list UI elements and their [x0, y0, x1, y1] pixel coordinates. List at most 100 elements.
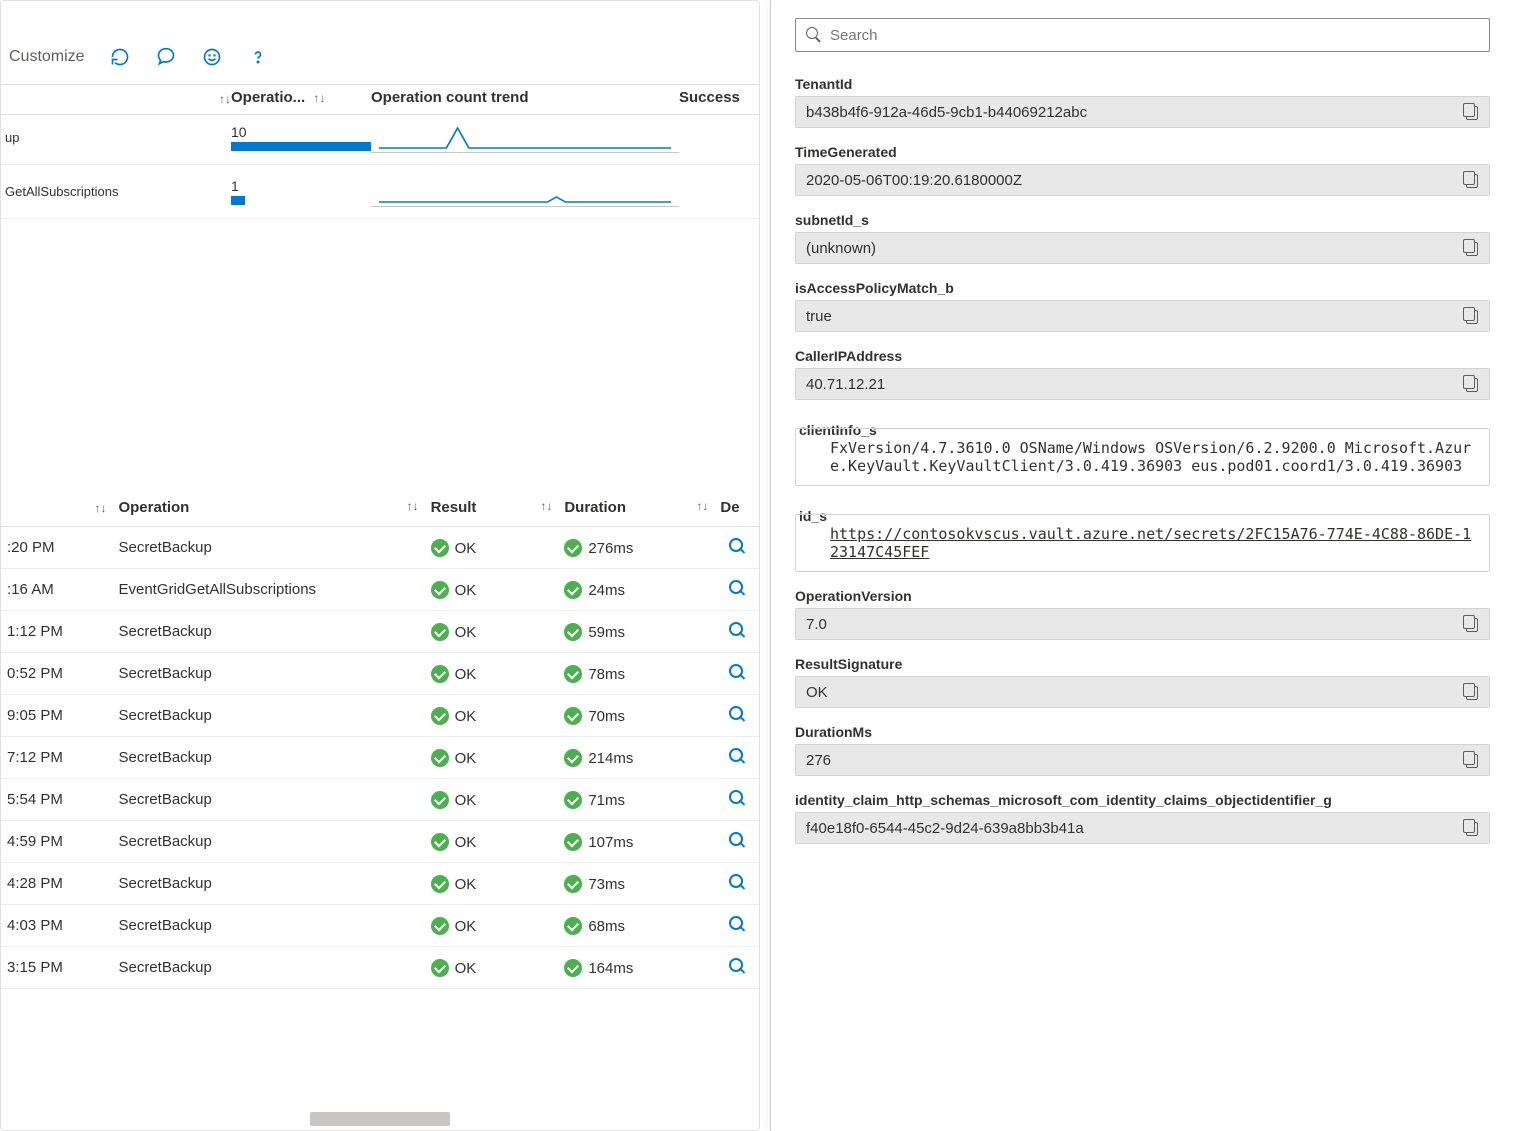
check-icon [431, 623, 449, 641]
col-result-header[interactable]: Result↑↓ [425, 489, 559, 527]
copy-icon[interactable] [1463, 752, 1479, 768]
cell-details[interactable] [714, 653, 759, 695]
cell-operation: EventGridGetAllSubscriptions [112, 569, 424, 611]
check-icon [431, 959, 449, 977]
table-row[interactable]: 4:28 PMSecretBackupOK73ms [1, 863, 759, 905]
field-value[interactable]: OK [795, 676, 1490, 708]
detail-field: clientInfo_sFxVersion/4.7.3610.0 OSName/… [795, 416, 1490, 486]
copy-icon[interactable] [1463, 684, 1479, 700]
table-row[interactable]: 3:15 PMSecretBackupOK164ms [1, 947, 759, 989]
table-row[interactable]: 4:59 PMSecretBackupOK107ms [1, 821, 759, 863]
feedback-icon[interactable] [155, 46, 177, 68]
copy-icon[interactable] [1463, 308, 1479, 324]
copy-icon[interactable] [1463, 172, 1479, 188]
toolbar: Customize [1, 29, 759, 85]
cell-details[interactable] [714, 779, 759, 821]
sort-icon: ↑↓ [313, 91, 325, 105]
cell-duration: 73ms [558, 863, 714, 905]
cell-duration: 276ms [558, 527, 714, 569]
horizontal-scrollbar[interactable] [310, 1112, 450, 1126]
field-value[interactable]: b438b4f6-912a-46d5-9cb1-b44069212abc [795, 96, 1490, 128]
table-row[interactable]: 7:12 PMSecretBackupOK214ms [1, 737, 759, 779]
field-value[interactable]: (unknown) [795, 232, 1490, 264]
cell-time: 4:28 PM [1, 863, 112, 905]
cell-result: OK [425, 527, 559, 569]
refresh-icon[interactable] [109, 46, 131, 68]
col-duration-header[interactable]: Duration↑↓ [558, 489, 714, 527]
customize-button[interactable]: Customize [9, 48, 85, 66]
field-value[interactable]: 276 [795, 744, 1490, 776]
field-value[interactable]: f40e18f0-6544-45c2-9d24-639a8bb3b41a [795, 812, 1490, 844]
cell-details[interactable] [714, 569, 759, 611]
cell-details[interactable] [714, 947, 759, 989]
cell-details[interactable] [714, 611, 759, 653]
field-value[interactable]: 40.71.12.21 [795, 368, 1490, 400]
field-value[interactable]: true [795, 300, 1490, 332]
table-row[interactable]: :20 PMSecretBackupOK276ms [1, 527, 759, 569]
cell-time: 1:12 PM [1, 611, 112, 653]
field-text: true [806, 308, 832, 325]
cell-operation: SecretBackup [112, 863, 424, 905]
detail-field: TimeGenerated2020-05-06T00:19:20.6180000… [795, 144, 1490, 196]
sort-icon: ↑↓ [94, 501, 106, 515]
cell-time: 5:54 PM [1, 779, 112, 821]
copy-icon[interactable] [1463, 820, 1479, 836]
search-box[interactable] [795, 18, 1490, 52]
table-row[interactable]: :16 AMEventGridGetAllSubscriptionsOK24ms [1, 569, 759, 611]
check-icon [431, 665, 449, 683]
cell-time: :20 PM [1, 527, 112, 569]
table-row[interactable]: 5:54 PMSecretBackupOK71ms [1, 779, 759, 821]
table-row[interactable]: 4:03 PMSecretBackupOK68ms [1, 905, 759, 947]
field-label: identity_claim_http_schemas_microsoft_co… [795, 792, 1490, 808]
cell-duration: 70ms [558, 695, 714, 737]
copy-icon[interactable] [1463, 104, 1479, 120]
col-time-header[interactable]: ↑↓ [1, 489, 112, 527]
search-input[interactable] [830, 27, 1479, 44]
table-row[interactable]: 1:12 PMSecretBackupOK59ms [1, 611, 759, 653]
help-icon[interactable] [247, 46, 269, 68]
field-value[interactable]: 2020-05-06T00:19:20.6180000Z [795, 164, 1490, 196]
cell-time: 4:59 PM [1, 821, 112, 863]
table-row[interactable]: 0:52 PMSecretBackupOK78ms [1, 653, 759, 695]
field-text: 7.0 [806, 616, 827, 633]
cell-operation: SecretBackup [112, 737, 424, 779]
cell-details[interactable] [714, 905, 759, 947]
copy-icon[interactable] [1463, 240, 1479, 256]
copy-icon[interactable] [1463, 376, 1479, 392]
copy-icon[interactable] [1463, 616, 1479, 632]
detail-field: subnetId_s(unknown) [795, 212, 1490, 264]
summary-header-blank[interactable]: ↑↓ [1, 92, 231, 106]
cell-duration: 164ms [558, 947, 714, 989]
smile-icon[interactable] [201, 46, 223, 68]
magnifier-icon [729, 706, 745, 722]
check-icon [431, 749, 449, 767]
detail-field: CallerIPAddress 40.71.12.21 [795, 348, 1490, 400]
table-row[interactable]: 9:05 PMSecretBackupOK70ms [1, 695, 759, 737]
cell-details[interactable] [714, 821, 759, 863]
detail-field: ResultSignatureOK [795, 656, 1490, 708]
summary-header-success[interactable]: Success [679, 89, 759, 106]
summary-header-trend: Operation count trend [371, 89, 679, 106]
magnifier-icon [729, 874, 745, 890]
field-label: CallerIPAddress [795, 348, 1490, 364]
summary-count: 1 [231, 178, 371, 205]
cell-operation: SecretBackup [112, 653, 424, 695]
cell-details[interactable] [714, 737, 759, 779]
operations-table: ↑↓ Operation↑↓ Result↑↓ Duration↑↓ De :2… [1, 489, 759, 989]
cell-details[interactable] [714, 695, 759, 737]
operations-table-wrapper: ↑↓ Operation↑↓ Result↑↓ Duration↑↓ De :2… [1, 489, 759, 989]
summary-row[interactable]: GetAllSubscriptions 1 [1, 165, 759, 219]
cell-details[interactable] [714, 863, 759, 905]
cell-operation: SecretBackup [112, 821, 424, 863]
summary-row[interactable]: up 10 [1, 111, 759, 165]
cell-details[interactable] [714, 527, 759, 569]
summary-header-operation-count[interactable]: Operatio... ↑↓ [231, 89, 371, 106]
check-icon [564, 581, 582, 599]
detail-field: DurationMs276 [795, 724, 1490, 776]
cell-time: 7:12 PM [1, 737, 112, 779]
field-value[interactable]: https://contosokvscus.vault.azure.net/se… [795, 514, 1490, 572]
field-value[interactable]: FxVersion/4.7.3610.0 OSName/Windows OSVe… [795, 428, 1490, 486]
field-value[interactable]: 7.0 [795, 608, 1490, 640]
col-operation-header[interactable]: Operation↑↓ [112, 489, 424, 527]
cell-result: OK [425, 779, 559, 821]
